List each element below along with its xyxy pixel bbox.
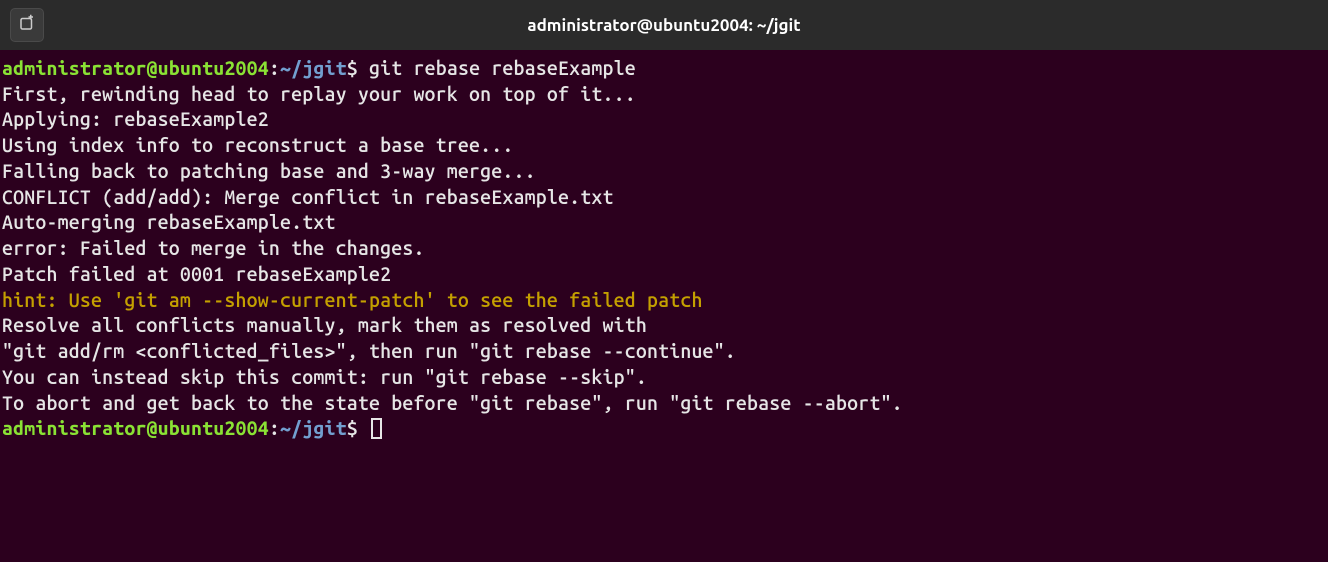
window-title: administrator@ubuntu2004: ~/jgit	[527, 16, 800, 35]
output-line: Using index info to reconstruct a base t…	[2, 133, 1326, 159]
output-line: CONFLICT (add/add): Merge conflict in re…	[2, 185, 1326, 211]
prompt-path: ~/jgit	[280, 57, 347, 79]
output-line: Applying: rebaseExample2	[2, 107, 1326, 133]
output-hint-line: hint: Use 'git am --show-current-patch' …	[2, 288, 1326, 314]
output-line: Auto-merging rebaseExample.txt	[2, 210, 1326, 236]
prompt-symbol: $	[347, 57, 358, 79]
output-line: error: Failed to merge in the changes.	[2, 236, 1326, 262]
prompt-symbol: $	[347, 417, 358, 439]
output-line: Patch failed at 0001 rebaseExample2	[2, 262, 1326, 288]
output-line: "git add/rm <conflicted_files>", then ru…	[2, 339, 1326, 365]
prompt-path: ~/jgit	[280, 417, 347, 439]
output-line: Falling back to patching base and 3-way …	[2, 159, 1326, 185]
prompt-line-2: administrator@ubuntu2004:~/jgit$	[2, 416, 1326, 442]
prompt-colon: :	[269, 57, 280, 79]
output-line: First, rewinding head to replay your wor…	[2, 82, 1326, 108]
prompt-colon: :	[269, 417, 280, 439]
titlebar: administrator@ubuntu2004: ~/jgit	[0, 0, 1328, 50]
command-text: git rebase rebaseExample	[358, 57, 636, 79]
new-tab-icon	[18, 14, 36, 36]
output-line: To abort and get back to the state befor…	[2, 391, 1326, 417]
terminal-content[interactable]: administrator@ubuntu2004:~/jgit$ git reb…	[0, 50, 1328, 448]
prompt-line-1: administrator@ubuntu2004:~/jgit$ git reb…	[2, 56, 1326, 82]
cursor	[371, 418, 382, 439]
prompt-user-host: administrator@ubuntu2004	[2, 57, 269, 79]
output-line: You can instead skip this commit: run "g…	[2, 365, 1326, 391]
prompt-user-host: administrator@ubuntu2004	[2, 417, 269, 439]
output-line: Resolve all conflicts manually, mark the…	[2, 313, 1326, 339]
new-tab-button[interactable]	[10, 8, 44, 42]
